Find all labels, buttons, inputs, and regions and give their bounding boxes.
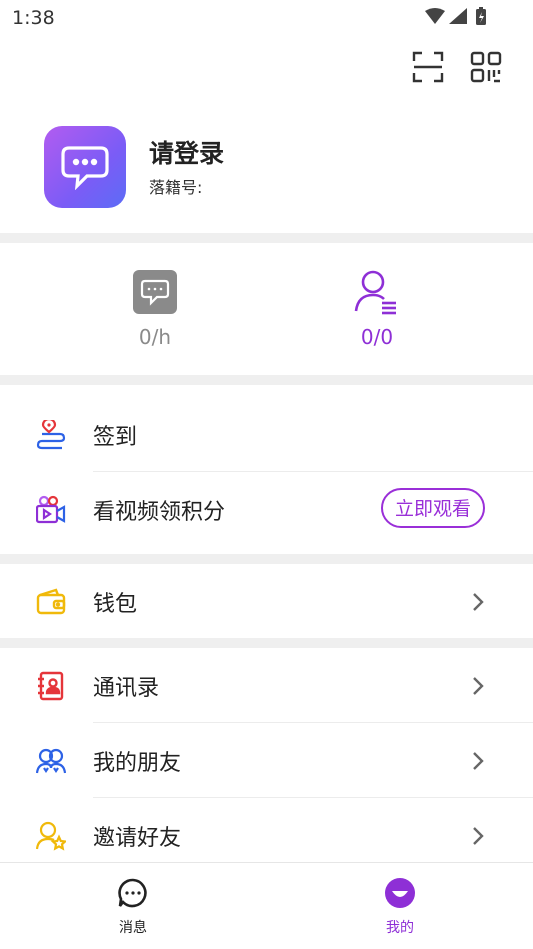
address-book-icon [38, 671, 64, 701]
menu-wallet[interactable]: 钱包 [0, 565, 533, 639]
divider [0, 554, 533, 564]
status-bar: 1:38 [0, 0, 533, 36]
chevron-right-icon [473, 827, 484, 845]
top-actions [411, 50, 503, 84]
qrcode-button[interactable] [469, 50, 503, 84]
friends-icon [36, 748, 66, 774]
profile-card[interactable]: 请登录 落籍号: [44, 126, 484, 208]
stat-messages[interactable]: 0/h [95, 269, 215, 349]
bottom-tab-bar: 消息 我的 [0, 862, 533, 949]
menu-watch-video-label: 看视频领积分 [93, 500, 226, 525]
qrcode-icon [470, 51, 502, 83]
menu-contacts[interactable]: 通讯录 [0, 649, 533, 723]
stats-panel: 0/h 0/0 [0, 243, 533, 375]
menu-checkin[interactable]: 签到 [0, 398, 533, 472]
menu-wallet-label: 钱包 [93, 592, 138, 617]
divider [0, 233, 533, 243]
signal-icon [449, 8, 467, 24]
wallet-icon [36, 588, 66, 615]
chevron-right-icon [473, 593, 484, 611]
tab-mine[interactable]: 我的 [360, 877, 440, 937]
scan-icon [412, 51, 444, 83]
user-list-icon [354, 270, 396, 315]
video-camera-icon [36, 495, 66, 524]
menu-checkin-label: 签到 [93, 425, 138, 450]
wifi-icon [425, 8, 445, 24]
divider [0, 638, 533, 648]
tab-mine-label: 我的 [386, 920, 414, 936]
menu-friends-label: 我的朋友 [93, 751, 182, 776]
tab-messages-label: 消息 [119, 920, 147, 936]
status-icons [425, 7, 486, 25]
stat-members-value: 0/0 [360, 325, 394, 349]
stat-members[interactable]: 0/0 [317, 269, 437, 349]
row-divider [93, 797, 533, 798]
chevron-right-icon [473, 752, 484, 770]
watch-now-button[interactable]: 立即观看 [381, 488, 485, 528]
menu-contacts-label: 通讯录 [93, 676, 160, 701]
menu-watch-video[interactable]: 看视频领积分 立即观看 [0, 473, 533, 547]
smile-face-icon [385, 878, 415, 908]
chat-square-icon [133, 270, 177, 314]
tab-messages[interactable]: 消息 [93, 877, 173, 937]
scan-button[interactable] [411, 50, 445, 84]
location-route-icon [36, 420, 66, 450]
row-divider [93, 471, 533, 472]
status-time: 1:38 [12, 7, 55, 29]
chat-bubble-icon [61, 146, 109, 190]
menu-friends[interactable]: 我的朋友 [0, 724, 533, 798]
stat-messages-value: 0/h [138, 325, 172, 349]
chat-bubble-icon [118, 878, 147, 908]
menu-invite-label: 邀请好友 [93, 826, 182, 851]
chevron-right-icon [473, 677, 484, 695]
row-divider [93, 722, 533, 723]
invite-user-star-icon [36, 821, 66, 851]
profile-id-label: 落籍号: [149, 178, 203, 197]
avatar[interactable] [44, 126, 126, 208]
profile-name[interactable]: 请登录 [149, 134, 224, 170]
divider [0, 375, 533, 385]
